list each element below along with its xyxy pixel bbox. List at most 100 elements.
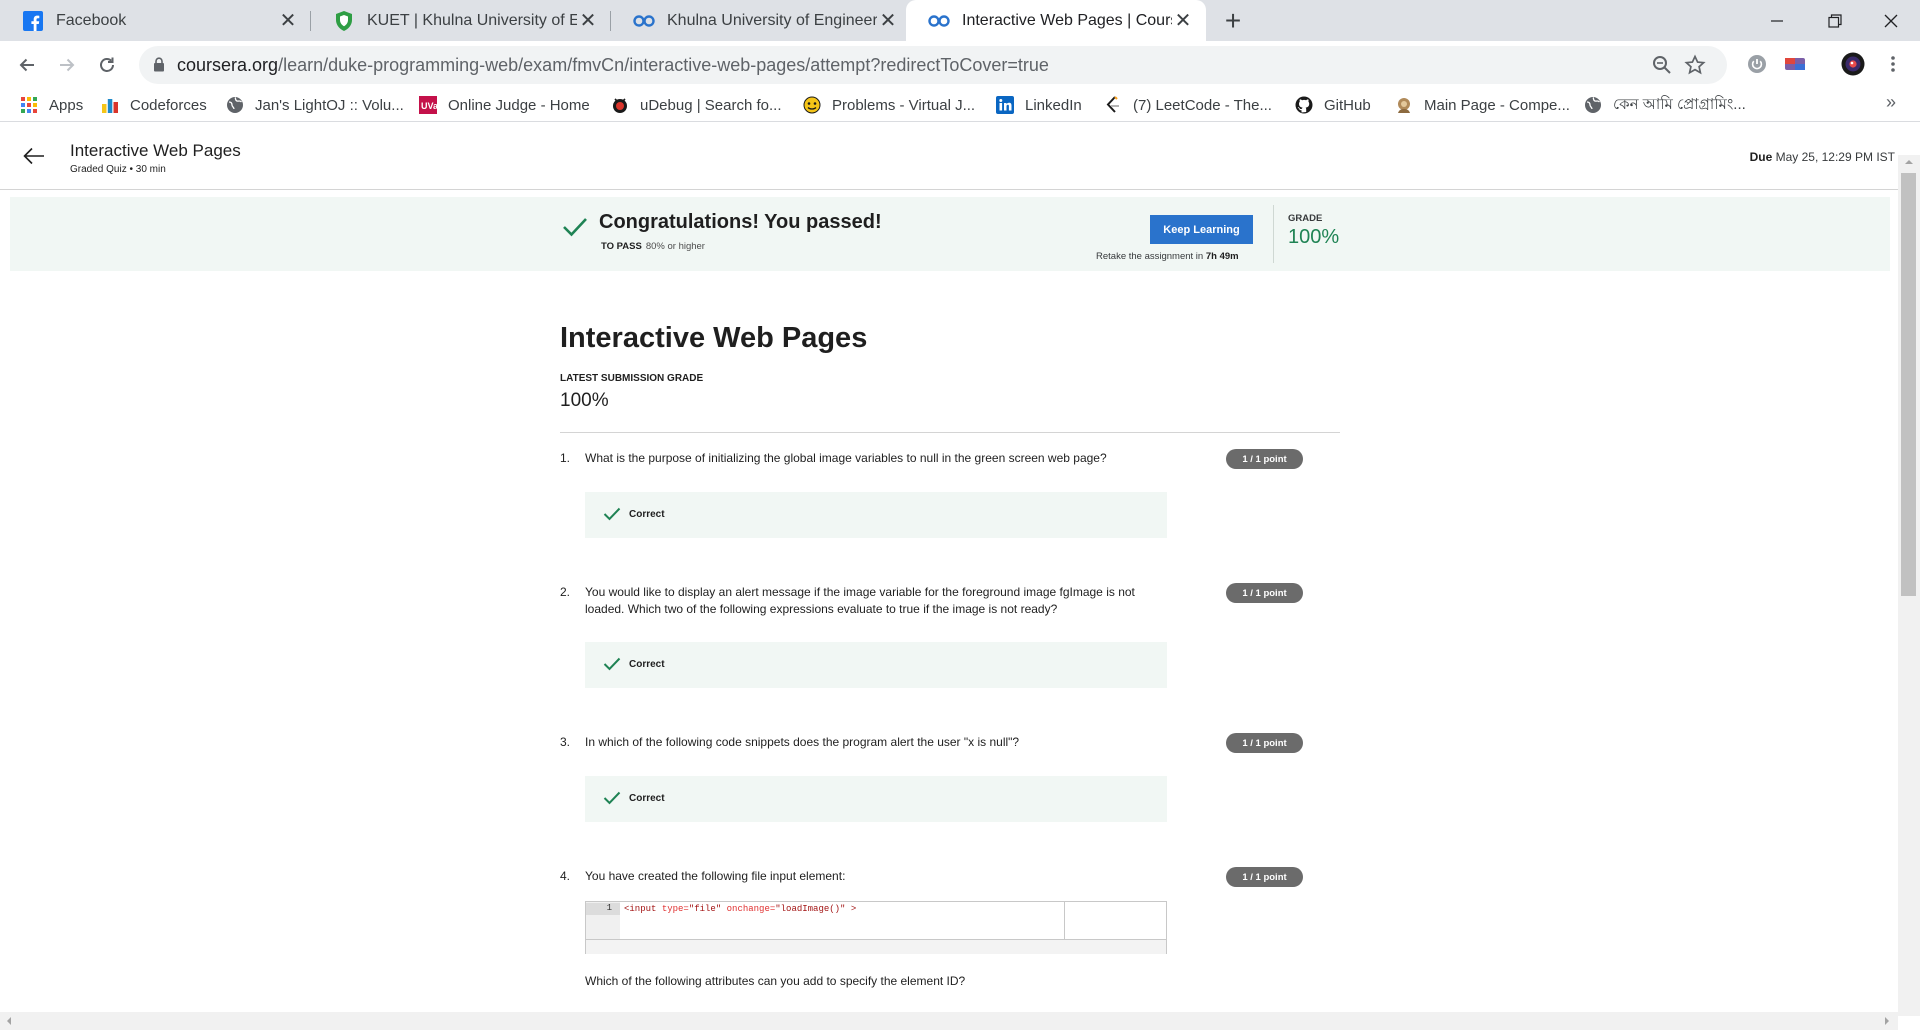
- correct-label: Correct: [629, 793, 665, 804]
- code-value: "loadImage()": [775, 904, 846, 914]
- vertical-scrollbar[interactable]: [1898, 155, 1920, 1016]
- lock-icon[interactable]: [153, 57, 165, 72]
- minimize-button[interactable]: [1748, 0, 1806, 41]
- bookmark-label: Online Judge - Home: [448, 96, 590, 114]
- zoom-icon[interactable]: [1651, 54, 1673, 76]
- back-arrow-icon[interactable]: [22, 144, 46, 168]
- bookmarks-bar: Apps Codeforces Jan's LightOJ :: Volu...…: [0, 88, 1920, 122]
- bookmark-label: Jan's LightOJ :: Volu...: [255, 96, 404, 114]
- points-badge: 1 / 1 point: [1226, 449, 1303, 469]
- leetcode-icon: [1104, 96, 1122, 114]
- scroll-right-icon[interactable]: [1880, 1012, 1894, 1030]
- bookmark-bangla[interactable]: কেন আমি প্রোগ্রামিং...: [1584, 94, 1746, 116]
- code-tag-open: <input: [624, 904, 657, 914]
- url-text[interactable]: coursera.org/learn/duke-programming-web/…: [177, 55, 1049, 76]
- pass-banner: Congratulations! You passed! TO PASS 80% …: [10, 197, 1890, 271]
- navigation-bar: coursera.org/learn/duke-programming-web/…: [0, 41, 1920, 88]
- bookmark-star-icon[interactable]: [1684, 54, 1706, 76]
- bookmark-label: কেন আমি প্রোগ্রামিং...: [1613, 95, 1746, 113]
- code-editor[interactable]: 1 <input type="file" onchange="loadImage…: [585, 901, 1167, 954]
- url-host: coursera.org: [177, 55, 279, 75]
- facebook-icon: [22, 10, 44, 32]
- bookmark-github[interactable]: GitHub: [1295, 94, 1371, 116]
- question-text: What is the purpose of initializing the …: [585, 451, 1107, 465]
- bookmark-label: Apps: [49, 96, 84, 114]
- correct-feedback: Correct: [585, 776, 1167, 822]
- check-icon: [603, 507, 621, 521]
- bookmark-wiki[interactable]: Main Page - Compe...: [1395, 94, 1570, 116]
- correct-label: Correct: [629, 509, 665, 520]
- to-pass-info: TO PASS 80% or higher: [601, 241, 705, 252]
- profile-avatar-icon[interactable]: [1840, 51, 1866, 77]
- divider: [1273, 205, 1274, 263]
- bookmark-uva[interactable]: UVa Online Judge - Home: [419, 94, 590, 116]
- check-icon: [603, 657, 621, 671]
- tab-kuet[interactable]: KUET | Khulna University of Engin ✕: [311, 0, 611, 41]
- horizontal-scrollbar[interactable]: [0, 1012, 1898, 1030]
- latest-grade-value: 100%: [560, 390, 609, 411]
- question-number: 3.: [560, 735, 571, 749]
- correct-feedback: Correct: [585, 492, 1167, 538]
- bookmark-label: GitHub: [1324, 96, 1371, 114]
- question-text: You have created the following file inpu…: [585, 869, 846, 883]
- tab-title: Interactive Web Pages | Coursera: [962, 11, 1172, 29]
- tab-khulna[interactable]: Khulna University of Engineering ✕: [611, 0, 911, 41]
- bookmark-udebug[interactable]: uDebug | Search fo...: [611, 94, 781, 116]
- back-icon[interactable]: [13, 51, 41, 79]
- forward-icon[interactable]: [53, 51, 81, 79]
- due-label: Due: [1749, 150, 1773, 164]
- pass-title: Congratulations! You passed!: [599, 211, 882, 233]
- divider: [560, 432, 1340, 433]
- bookmark-leetcode[interactable]: (7) LeetCode - The...: [1104, 94, 1272, 116]
- points-badge: 1 / 1 point: [1226, 867, 1303, 887]
- tab-strip: Facebook ✕ KUET | Khulna University of E…: [0, 0, 1920, 41]
- linkedin-icon: [996, 96, 1014, 114]
- check-icon: [562, 217, 588, 237]
- tab-facebook[interactable]: Facebook ✕: [0, 0, 311, 41]
- retake-text: Retake the assignment in: [1096, 251, 1204, 262]
- close-tab-icon[interactable]: ✕: [577, 10, 599, 32]
- extension-flag-icon[interactable]: [1782, 51, 1808, 77]
- svg-text:UVa: UVa: [421, 101, 437, 111]
- keep-learning-button[interactable]: Keep Learning: [1150, 215, 1253, 244]
- more-bookmarks-chevron-icon[interactable]: »: [1886, 92, 1896, 113]
- quiz-header: Interactive Web Pages Graded Quiz • 30 m…: [0, 122, 1920, 190]
- question-followup: Which of the following attributes can yo…: [585, 974, 966, 988]
- close-tab-icon[interactable]: ✕: [1172, 10, 1194, 32]
- close-tab-icon[interactable]: ✕: [277, 10, 299, 32]
- bookmark-codeforces[interactable]: Codeforces: [101, 94, 207, 116]
- check-icon: [603, 791, 621, 805]
- bookmark-apps[interactable]: Apps: [20, 94, 83, 116]
- wiki-icon: [1395, 96, 1413, 114]
- extension-power-icon[interactable]: [1744, 51, 1770, 77]
- apps-grid-icon: [20, 96, 38, 114]
- bookmark-linkedin[interactable]: LinkedIn: [996, 94, 1082, 116]
- question-text: You would like to display an alert messa…: [585, 585, 1135, 616]
- bookmark-label: (7) LeetCode - The...: [1133, 96, 1272, 114]
- url-path: /learn/duke-programming-web/exam/fmvCn/i…: [278, 55, 1049, 75]
- to-pass-value: 80% or higher: [645, 241, 705, 252]
- due-date: Due May 25, 12:29 PM IST: [1750, 150, 1895, 164]
- bookmark-vjudge[interactable]: Problems - Virtual J...: [803, 94, 975, 116]
- globe-icon: [1584, 96, 1602, 114]
- uva-icon: UVa: [419, 96, 437, 114]
- code-attr: type=: [661, 904, 689, 914]
- new-tab-button[interactable]: +: [1219, 5, 1247, 36]
- question-number: 2.: [560, 585, 571, 599]
- restore-button[interactable]: [1806, 0, 1864, 41]
- scrollbar-thumb[interactable]: [1901, 173, 1916, 596]
- tab-title: KUET | Khulna University of Engin: [367, 11, 577, 29]
- chrome-menu-icon[interactable]: [1880, 51, 1906, 77]
- close-window-button[interactable]: [1862, 0, 1920, 41]
- scroll-up-icon[interactable]: [1898, 155, 1920, 169]
- code-attr: onchange=: [726, 904, 776, 914]
- tab-coursera-active[interactable]: Interactive Web Pages | Coursera ✕: [906, 0, 1206, 41]
- close-tab-icon[interactable]: ✕: [877, 10, 899, 32]
- scroll-left-icon[interactable]: [2, 1012, 16, 1030]
- bookmark-lightoj[interactable]: Jan's LightOJ :: Volu...: [226, 94, 404, 116]
- coursera-icon: [633, 10, 655, 32]
- address-bar[interactable]: coursera.org/learn/duke-programming-web/…: [139, 46, 1727, 84]
- reload-icon[interactable]: [93, 51, 121, 79]
- vjudge-icon: [803, 96, 821, 114]
- code-editor-footer: [586, 939, 1166, 954]
